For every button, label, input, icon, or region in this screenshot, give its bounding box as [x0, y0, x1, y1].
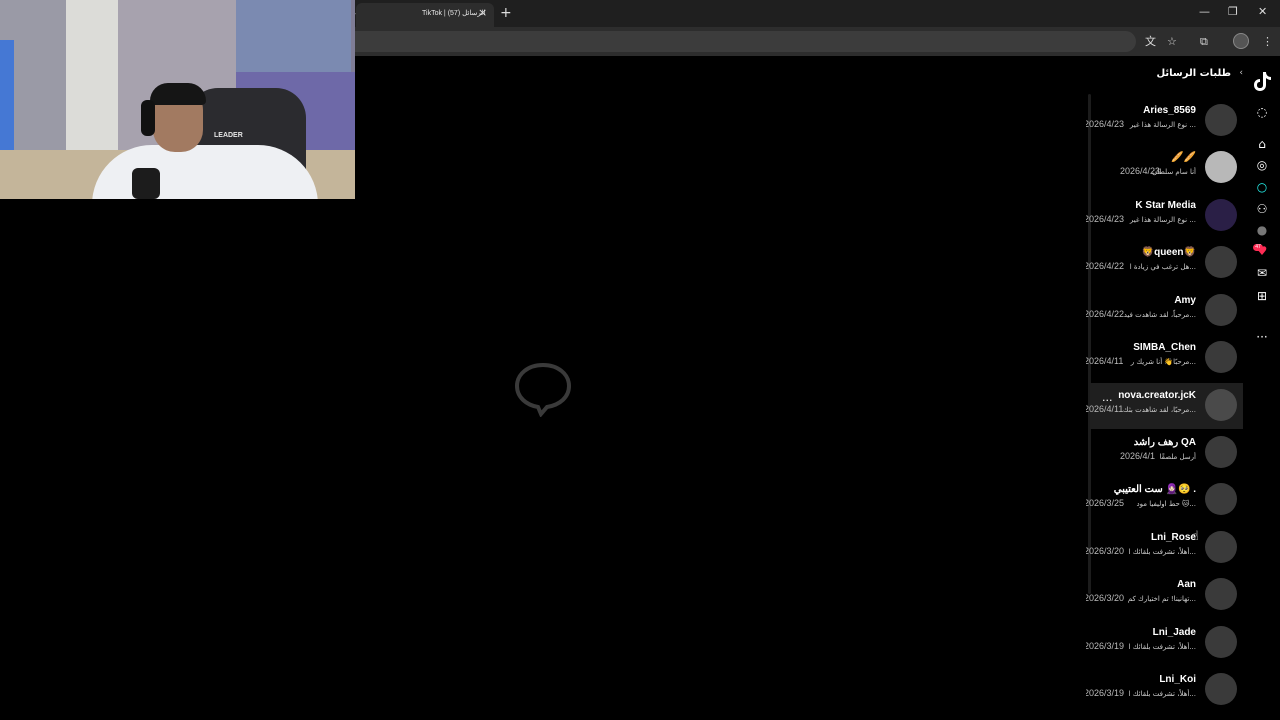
new-tab-button[interactable]: +: [500, 5, 512, 21]
conversation-item[interactable]: Aan تهانينا! تم اختيارك كم... 2026/3/20: [1086, 572, 1243, 618]
translate-icon[interactable]: 文: [1145, 35, 1156, 48]
home-icon[interactable]: ⌂: [1253, 135, 1271, 153]
tiktok-nav-rail: ◌ ⌂ ◎ ○ ⚇ ● ♥ ✉ ⊞ ···: [1243, 56, 1280, 720]
avatar: [1205, 151, 1237, 183]
conversation-name: SIMBA_Chen: [1133, 342, 1196, 353]
conversation-date: 2026/3/19: [1086, 641, 1125, 651]
mouse-cursor-icon: ☝: [1191, 529, 1199, 544]
more-options-icon[interactable]: ···: [1253, 328, 1271, 346]
conversation-preview: أهلاً، تشرفت بلقائك ا...: [1128, 548, 1196, 556]
tab-title: TikTok | الرسائل (57): [422, 10, 486, 17]
avatar: [1205, 199, 1237, 231]
messages-icon[interactable]: ✉: [1253, 264, 1271, 282]
activity-badge: 47: [1253, 244, 1263, 251]
avatar: [1205, 389, 1237, 421]
profile-avatar[interactable]: [1233, 33, 1249, 49]
conversation-item[interactable]: Amy مرحباً، لقد شاهدت فيد... 2026/4/22: [1086, 288, 1243, 334]
bookmark-star-icon[interactable]: ☆: [1167, 35, 1177, 48]
conversation-name: Lni_Jade: [1152, 627, 1196, 638]
restore-button[interactable]: ❐: [1228, 5, 1238, 19]
conversation-name: Lni_Rose: [1150, 532, 1196, 543]
conversation-name: 🦁queen🦁: [1141, 247, 1196, 258]
conversation-preview: حط اوليفيا مود 🐱...: [1136, 500, 1196, 508]
extensions-icon[interactable]: ⧉: [1200, 35, 1208, 48]
avatar: [1205, 341, 1237, 373]
avatar: [1205, 673, 1237, 705]
conversation-date: 2026/4/11: [1086, 356, 1124, 366]
microphone-icon: [132, 168, 160, 199]
conversation-date: 2026/3/20: [1086, 593, 1125, 603]
avatar: [1205, 531, 1237, 563]
streamer-body: [92, 145, 318, 199]
conversation-date: 2026/3/20: [1086, 546, 1125, 556]
conversation-item[interactable]: رهف راشد QA أرسل ملصقًا 2026/4/1: [1090, 430, 1243, 476]
conversation-date: 2026/4/22: [1086, 261, 1125, 271]
conversation-name: رهف راشد QA: [1133, 437, 1196, 448]
conversation-date: 2026/4/22: [1086, 309, 1125, 319]
conversation-name: Aan: [1177, 579, 1196, 590]
conversation-item[interactable]: 🦁queen🦁 هل ترغب في زيادة ا... 2026/4/22: [1086, 240, 1243, 286]
conversation-item[interactable]: Lni_Jade أهلاً، تشرفت بلقائك ا... 2026/3/1…: [1086, 620, 1243, 666]
avatar: [1205, 104, 1237, 136]
chat-bubble-icon: [514, 362, 572, 417]
conversation-name: 🥖🥖: [1171, 152, 1196, 163]
conversation-name: Amy: [1174, 295, 1196, 306]
avatar: [1205, 246, 1237, 278]
avatar: [1205, 578, 1237, 610]
conversation-item[interactable]: Lni_Koi أهلاً، تشرفت بلقائك ا... 2026/3/19: [1086, 667, 1243, 713]
following-icon[interactable]: ⚇: [1253, 200, 1271, 218]
panel-title: طلبات الرسائل: [1156, 68, 1231, 79]
conversation-date: 2026/4/23: [1086, 119, 1125, 129]
avatar: [1205, 436, 1237, 468]
conversation-item[interactable]: Lni_Rose أهلاً، تشرفت بلقائك ا... 2026/3/2…: [1086, 525, 1243, 571]
conversation-item[interactable]: K Star Media نوع الرسالة هذا غير ... 2026/…: [1086, 193, 1243, 239]
browser-menu-icon[interactable]: ⋮: [1262, 35, 1273, 48]
explore-icon[interactable]: ◎: [1253, 156, 1271, 174]
tiktok-logo-icon[interactable]: [1252, 70, 1272, 92]
headset-icon: [141, 100, 155, 136]
conversation-item[interactable]: 🥖🥖 أنا سام سلطان 2026/4/23: [1090, 145, 1243, 191]
conversation-preview: تهانينا! تم اختيارك كم...: [1127, 595, 1196, 603]
conversation-preview: أرسل ملصقًا: [1159, 453, 1196, 461]
address-bar[interactable]: [353, 31, 1136, 52]
conversation-item[interactable]: ست العتيبي 🧕🏻🥺 . حط اوليفيا مود 🐱... 2026/…: [1086, 477, 1243, 523]
conversation-date: 2026/4/23: [1120, 166, 1161, 176]
conversation-preview: مرحباً، لقد شاهدت فيد...: [1123, 311, 1196, 319]
message-requests-panel: طلبات الرسائل ‹ Aries_8569 نوع الرسالة هذ…: [1086, 56, 1243, 720]
conversation-name: ست العتيبي 🧕🏻🥺 .: [1113, 484, 1196, 495]
conversation-preview: نوع الرسالة هذا غير ...: [1129, 216, 1196, 224]
conversation-preview: نوع الرسالة هذا غير ...: [1129, 121, 1196, 129]
conversation-name: nova.creator.jcK: [1118, 390, 1196, 401]
conversation-date: 2026/3/19: [1086, 688, 1125, 698]
upload-icon[interactable]: ⊞: [1253, 287, 1271, 305]
live-icon[interactable]: ○: [1253, 178, 1271, 196]
conversation-date: 2026/3/25: [1086, 498, 1125, 508]
conversation-name: Lni_Koi: [1159, 674, 1196, 685]
conversation-preview: مرحبًا، لقد شاهدت بثك...: [1122, 406, 1196, 414]
tab-close-icon[interactable]: ×: [478, 6, 487, 20]
minimize-button[interactable]: —: [1199, 5, 1210, 19]
conversation-item[interactable]: SIMBA_Chen مرحبًا👋 أنا شريك ر... 2026/4/11: [1086, 335, 1243, 381]
avatar: [1205, 626, 1237, 658]
conversation-preview: مرحبًا👋 أنا شريك ر...: [1130, 358, 1196, 366]
avatar: [1205, 294, 1237, 326]
loading-icon: ◌: [1256, 105, 1268, 119]
webcam-overlay: LEADER: [0, 0, 355, 199]
conversation-name: K Star Media: [1135, 200, 1196, 211]
conversation-name: Aries_8569: [1143, 105, 1196, 116]
conversation-more-icon[interactable]: ...: [1102, 391, 1113, 404]
conversation-item[interactable]: Aries_8569 نوع الرسالة هذا غير ... 2026/4/…: [1086, 98, 1243, 144]
conversation-preview: هل ترغب في زيادة ا...: [1129, 263, 1196, 271]
conversation-preview: أهلاً، تشرفت بلقائك ا...: [1128, 690, 1196, 698]
conversation-date: 2026/4/11: [1086, 404, 1124, 414]
profile-icon[interactable]: ●: [1253, 221, 1271, 239]
conversation-date: 2026/4/23: [1086, 214, 1125, 224]
conversation-preview: أهلاً، تشرفت بلقائك ا...: [1128, 643, 1196, 651]
conversation-item[interactable]: nova.creator.jcK مرحبًا، لقد شاهدت بثك...…: [1086, 383, 1243, 429]
avatar: [1205, 483, 1237, 515]
chair-brand-text: LEADER: [214, 132, 243, 139]
conversation-date: 2026/4/1: [1120, 451, 1156, 461]
close-window-button[interactable]: ✕: [1258, 5, 1267, 19]
browser-tab-tiktok[interactable]: TikTok | الرسائل (57) ×: [356, 3, 494, 27]
